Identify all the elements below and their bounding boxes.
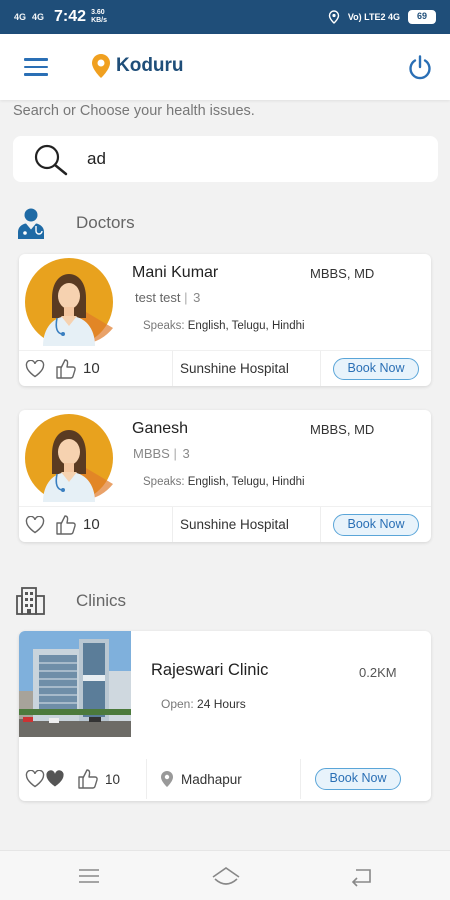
doctor-avatar <box>25 258 113 346</box>
doctor-actions: 10 <box>19 351 173 386</box>
clinic-actions: 10 <box>19 759 147 799</box>
network-speed: 3.60 KB/s <box>91 9 108 24</box>
book-now-button[interactable]: Book Now <box>333 513 419 536</box>
doctor-specialty: MBBS | 3 <box>133 446 190 461</box>
doctor-icon <box>18 208 44 239</box>
clinic-location: Madhapur <box>147 759 301 799</box>
clinic-hours: Open: 24 Hours <box>161 697 246 711</box>
clinic-photo <box>19 631 131 737</box>
speaks-label: Speaks: <box>143 476 185 488</box>
home-nav-icon[interactable] <box>211 865 241 887</box>
like-count: 10 <box>83 516 100 533</box>
doctors-section-header: Doctors <box>16 207 135 239</box>
thumbs-up-icon[interactable] <box>77 769 99 789</box>
power-icon[interactable] <box>406 54 434 82</box>
clinic-distance: 0.2KM <box>359 665 397 680</box>
doctor-name: Ganesh <box>132 420 189 437</box>
hospital-name: Sunshine Hospital <box>173 507 321 542</box>
signal-indicators: 4G 4G <box>14 12 44 22</box>
clinic-card[interactable]: Rajeswari Clinic 0.2KM Open: 24 Hours 10… <box>19 631 431 801</box>
heart-icon[interactable] <box>25 515 45 534</box>
open-hours: 24 Hours <box>197 697 246 711</box>
hamburger-icon[interactable] <box>24 58 48 76</box>
like-count: 10 <box>83 360 100 377</box>
clock: 7:42 <box>54 8 87 25</box>
clinic-area: Madhapur <box>181 771 242 787</box>
languages-value: English, Telugu, Hindhi <box>187 320 305 332</box>
doctor-actions: 10 <box>19 507 173 542</box>
building-icon <box>16 587 45 615</box>
signal-2: 4G <box>32 12 45 22</box>
book-now-button[interactable]: Book Now <box>333 357 419 380</box>
signal-1: 4G <box>14 12 27 22</box>
location-pin-icon <box>161 771 173 787</box>
doctors-section-title: Doctors <box>76 213 135 232</box>
search-icon[interactable] <box>33 143 73 177</box>
heart-icon[interactable] <box>25 359 45 378</box>
location-status-icon <box>328 10 340 24</box>
map-pin-icon <box>92 54 110 78</box>
search-input[interactable] <box>87 144 417 174</box>
thumbs-up-icon[interactable] <box>55 514 77 535</box>
doctor-experience: 3 <box>193 290 201 305</box>
doctor-card-footer: 10 Sunshine Hospital Book Now <box>19 350 431 386</box>
doctor-card-footer: 10 Sunshine Hospital Book Now <box>19 506 431 542</box>
doctor-specialty-text: MBBS <box>133 446 170 461</box>
doctor-languages: Speaks: English, Telugu, Hindhi <box>143 476 305 488</box>
back-nav-icon[interactable] <box>350 865 374 887</box>
doctor-qualification: MBBS, MD <box>310 266 375 281</box>
languages-value: English, Telugu, Hindhi <box>187 476 305 488</box>
app-header: Koduru <box>0 34 450 100</box>
doctor-card[interactable]: Mani Kumar MBBS, MD test test | 3 Speaks… <box>19 254 431 386</box>
clinics-section-header: Clinics <box>16 586 126 616</box>
search-hint: Search or Choose your health issues. <box>13 103 255 119</box>
status-bar: 4G 4G 7:42 3.60 KB/s Vo) LTE2 4G 69 <box>0 0 450 34</box>
battery-icon: 69 <box>408 10 436 24</box>
doctor-specialty-text: test test <box>135 290 181 305</box>
network-type: Vo) LTE2 4G <box>347 12 400 22</box>
doctor-languages: Speaks: English, Telugu, Hindhi <box>143 320 305 332</box>
clinic-name: Rajeswari Clinic <box>151 661 269 679</box>
heart-filled-icon[interactable] <box>45 770 65 788</box>
speaks-label: Speaks: <box>143 320 185 332</box>
search-bar[interactable] <box>13 136 438 182</box>
like-count: 10 <box>105 771 121 787</box>
doctor-card[interactable]: Ganesh MBBS, MD MBBS | 3 Speaks: English… <box>19 410 431 542</box>
doctor-specialty: test test | 3 <box>135 290 201 305</box>
location-name: Koduru <box>116 55 184 76</box>
thumbs-up-icon[interactable] <box>55 358 77 379</box>
doctor-avatar <box>25 414 113 502</box>
doctor-name: Mani Kumar <box>132 264 219 281</box>
book-now-button[interactable]: Book Now <box>315 768 401 790</box>
location-selector[interactable]: Koduru <box>92 54 184 78</box>
doctor-qualification: MBBS, MD <box>310 422 375 437</box>
menu-nav-icon[interactable] <box>77 865 101 887</box>
clinics-section-title: Clinics <box>76 591 127 610</box>
clinic-card-footer: 10 Madhapur Book Now <box>19 759 431 799</box>
hospital-name: Sunshine Hospital <box>173 351 321 386</box>
system-nav-bar <box>0 850 450 900</box>
open-label: Open: <box>161 697 194 711</box>
heart-icon[interactable] <box>25 770 45 788</box>
doctor-experience: 3 <box>182 446 190 461</box>
